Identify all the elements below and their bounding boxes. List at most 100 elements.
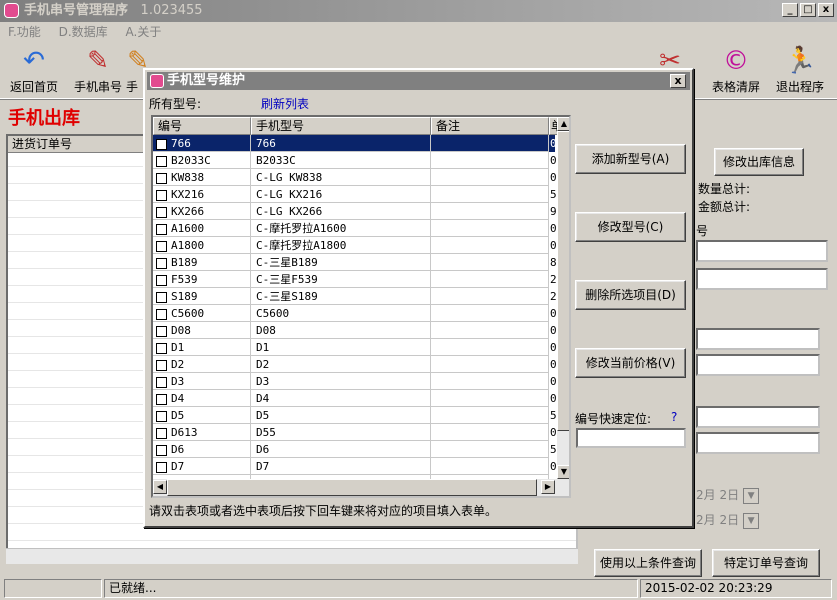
table-row[interactable]: D5 D5 5 [153,407,556,424]
dropdown-arrow-icon[interactable]: ▼ [743,487,760,504]
table-row[interactable]: D7 D7 0 [153,458,556,475]
cell-model: D55 [251,424,431,441]
date-picker-2[interactable]: 2月 2日 ▼ [696,511,760,529]
cell-id: D6 [153,441,251,458]
table-row[interactable]: D3 D3 0 [153,373,556,390]
table-row[interactable]: D2 D2 0 [153,356,556,373]
right-field-2[interactable] [696,268,828,290]
right-field-4[interactable] [696,354,820,376]
scroll-thumb[interactable] [557,131,569,431]
hscroll-thumb[interactable] [167,479,537,496]
row-checkbox[interactable] [156,206,167,218]
menu-database[interactable]: D.数据库 [59,25,108,39]
app-icon [4,3,19,18]
right-field-5[interactable] [696,406,820,428]
dialog-close-button[interactable]: x [670,74,686,88]
row-checkbox[interactable] [156,223,167,235]
add-model-button[interactable]: 添加新型号(A) [575,144,686,174]
date-picker-1[interactable]: 2月 2日 ▼ [696,486,760,504]
row-checkbox[interactable] [156,427,167,439]
row-checkbox[interactable] [156,189,167,201]
row-checkbox[interactable] [156,410,167,422]
modify-model-button[interactable]: 修改型号(C) [575,212,686,242]
right-field-6[interactable] [696,432,820,454]
table-row[interactable]: S189 C-三星S189 2 [153,288,556,305]
partial-toolbar-button[interactable]: ✎ 手 [122,44,149,96]
dropdown-arrow-icon[interactable]: ▼ [743,512,760,529]
modify-price-button[interactable]: 修改当前价格(V) [575,348,686,378]
close-window-button[interactable]: x [818,3,834,17]
col-header-id[interactable]: 编号 [153,117,251,135]
models-table[interactable]: 编号 手机型号 备注 单 7667660B2033CB2033C0KW838C-… [151,115,571,498]
home-button[interactable]: ↶ 返回首页 [4,44,64,96]
row-checkbox[interactable] [156,172,167,184]
cell-price: 5 [550,443,556,456]
scroll-up-icon[interactable]: ▲ [557,117,569,131]
cell-id: B189 [153,254,251,271]
exit-button[interactable]: 🏃 退出程序 [770,44,830,96]
help-icon[interactable]: ? [671,410,677,424]
menu-about[interactable]: A.关于 [126,25,162,39]
row-checkbox[interactable] [156,359,167,371]
table-row[interactable]: F539 C-三星F539 2 [153,271,556,288]
row-checkbox[interactable] [156,308,167,320]
table-row[interactable]: C5600 C5600 0 [153,305,556,322]
row-checkbox[interactable] [156,291,167,303]
table-row[interactable]: B2033C B2033C 0 [153,152,556,169]
models-table-vscrollbar[interactable]: ▲ ▼ [557,117,569,479]
table-row[interactable]: KW838 C-LG KW838 0 [153,169,556,186]
table-row[interactable]: D6 D6 5 [153,441,556,458]
scroll-left-icon[interactable]: ◀ [153,480,167,494]
table-row[interactable]: D613 D55 0 [153,424,556,441]
minimize-button[interactable]: _ [782,3,798,17]
window-title: 手机串号管理程序 [24,3,129,18]
row-checkbox[interactable] [156,155,167,167]
row-checkbox[interactable] [156,461,167,473]
cell-id: D5 [153,407,251,424]
serial-button[interactable]: ✎ 手机串号 [68,44,128,96]
cell-price: 5 [550,409,556,422]
clear-table-button[interactable]: © 表格清屏 [706,44,766,96]
row-checkbox[interactable] [156,240,167,252]
maximize-button[interactable]: □ [800,3,816,17]
models-table-hscrollbar[interactable]: ◀ ▶ [153,479,569,496]
cell-model: D2 [251,356,431,373]
cell-model: D6 [251,441,431,458]
table-row[interactable]: KX216 C-LG KX216 5 [153,186,556,203]
cell-model: 766 [251,135,431,152]
quick-locate-label: 编号快速定位: [575,412,652,426]
row-checkbox[interactable] [156,444,167,456]
right-field-3[interactable] [696,328,820,350]
col-header-note[interactable]: 备注 [431,117,549,135]
table-row[interactable]: D4 D4 0 [153,390,556,407]
scroll-down-icon[interactable]: ▼ [557,465,569,479]
table-row[interactable]: A1800 C-摩托罗拉A1800 0 [153,237,556,254]
row-checkbox[interactable] [156,393,167,405]
query-order-button[interactable]: 特定订单号查询 [712,549,820,577]
delete-selected-button[interactable]: 删除所选项目(D) [575,280,686,310]
col-header-model[interactable]: 手机型号 [251,117,431,135]
row-checkbox[interactable] [156,274,167,286]
table-row[interactable]: 766 766 0 [153,135,556,152]
scroll-right-icon[interactable]: ▶ [541,480,555,494]
table-row[interactable]: KX266 C-LG KX266 9 [153,203,556,220]
table-row[interactable]: B189 C-三星B189 8 [153,254,556,271]
cell-note [431,169,549,186]
query-conditions-button[interactable]: 使用以上条件查询 [594,549,702,577]
table-row[interactable]: D1 D1 0 [153,339,556,356]
dialog-hint-text: 请双击表项或者选中表项后按下回车键来将对应的项目填入表单。 [149,504,498,518]
modify-out-button[interactable]: 修改出库信息 [714,148,804,176]
refresh-list-link[interactable]: 刷新列表 [261,95,309,112]
row-checkbox[interactable] [156,138,167,150]
orders-list-hscrollbar[interactable] [6,548,578,564]
row-checkbox[interactable] [156,325,167,337]
table-row[interactable]: A1600 C-摩托罗拉A1600 0 [153,220,556,237]
row-checkbox[interactable] [156,257,167,269]
table-row[interactable]: D08 D08 0 [153,322,556,339]
right-field-1[interactable] [696,240,828,262]
row-checkbox[interactable] [156,376,167,388]
cell-id: A1600 [153,220,251,237]
menu-function[interactable]: F.功能 [8,25,41,39]
row-checkbox[interactable] [156,342,167,354]
quick-locate-input[interactable] [576,428,686,448]
